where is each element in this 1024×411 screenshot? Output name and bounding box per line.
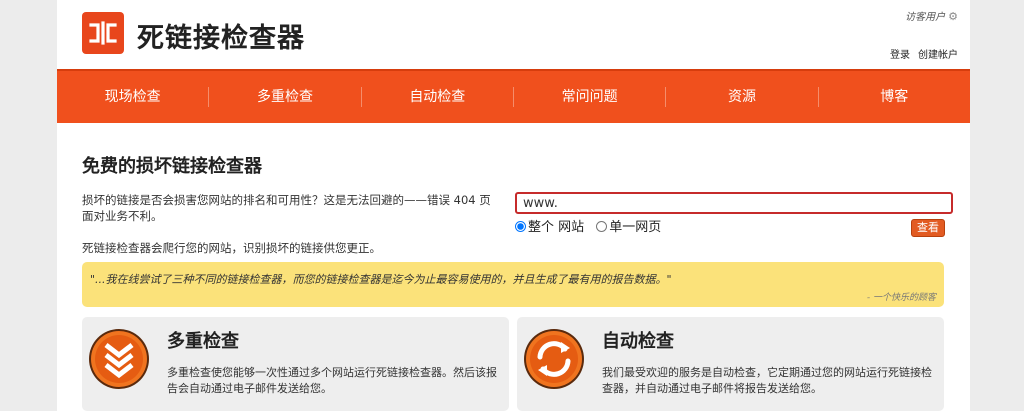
account-links: 登录 创建帐户 (882, 46, 958, 61)
feature-card-auto-check: 自动检查 我们最受欢迎的服务是自动检查，它定期通过您的网站运行死链接检查器，并自… (517, 317, 944, 411)
user-area: 访客用户 ⚙ (905, 8, 958, 23)
nav-item-faq[interactable]: 常问问题 (514, 87, 667, 107)
nav-item-auto-check[interactable]: 自动检查 (362, 87, 514, 107)
feature-description: 我们最受欢迎的服务是自动检查，它定期通过您的网站运行死链接检查器，并自动通过电子… (602, 366, 932, 395)
page-title: 免费的损坏链接检查器 (82, 156, 262, 177)
main-nav: 现场检查 多重检查 自动检查 常问问题 资源 博客 (57, 69, 970, 123)
gear-icon[interactable]: ⚙ (948, 10, 958, 23)
radio-single-page-input[interactable] (596, 221, 608, 232)
page-container: 死链接检查器 访客用户 ⚙ 登录 创建帐户 现场检查 多重检查 自动检查 常问问题 … (57, 0, 970, 411)
site-logo-icon[interactable] (82, 12, 124, 54)
radio-whole-site[interactable]: 整个 网站 (515, 220, 584, 235)
create-account-link[interactable]: 创建帐户 (918, 50, 958, 61)
intro-text-2: 死链接检查器会爬行您的网站，识别损坏的链接供您更正。 (82, 241, 381, 255)
radio-single-page-label: 单一网页 (609, 220, 662, 235)
radio-whole-site-label: 整个 网站 (528, 220, 585, 235)
feature-title[interactable]: 自动检查 (602, 327, 674, 353)
url-input[interactable] (515, 192, 953, 214)
radio-whole-site-input[interactable] (515, 221, 526, 232)
site-title[interactable]: 死链接检查器 (137, 16, 305, 55)
feature-card-multi-check: 多重检查 多重检查使您能够一次性通过多个网站运行死链接检查器。然后该报告会自动通… (82, 317, 509, 411)
feature-title[interactable]: 多重检查 (167, 327, 239, 353)
nav-item-live-check[interactable]: 现场检查 (57, 87, 210, 107)
intro-text: 损坏的链接是否会损害您网站的排名和可用性？这是无法回避的——错误 404 页面对… (82, 193, 491, 223)
nav-item-multi-check[interactable]: 多重检查 (209, 87, 362, 107)
check-button[interactable]: 查看 (911, 219, 945, 237)
login-link[interactable]: 登录 (890, 50, 910, 61)
quote-text: "...我在线尝试了三种不同的链接检查器，而您的链接检查器是迄今为止最容易使用的… (90, 273, 672, 286)
auto-check-icon[interactable] (522, 327, 586, 395)
nav-item-resources[interactable]: 资源 (666, 87, 819, 107)
radio-single-page[interactable]: 单一网页 (596, 220, 661, 235)
quote-author: - 一个快乐的顾客 (866, 293, 936, 303)
guest-user-label: 访客用户 (905, 12, 946, 23)
check-scope-radios: 整个 网站 单一网页 (515, 216, 669, 235)
testimonial-quote: "...我在线尝试了三种不同的链接检查器，而您的链接检查器是迄今为止最容易使用的… (82, 262, 944, 307)
nav-item-blog[interactable]: 博客 (819, 87, 970, 107)
feature-description: 多重检查使您能够一次性通过多个网站运行死链接检查器。然后该报告会自动通过电子邮件… (167, 366, 497, 395)
multi-check-icon[interactable] (87, 327, 151, 395)
